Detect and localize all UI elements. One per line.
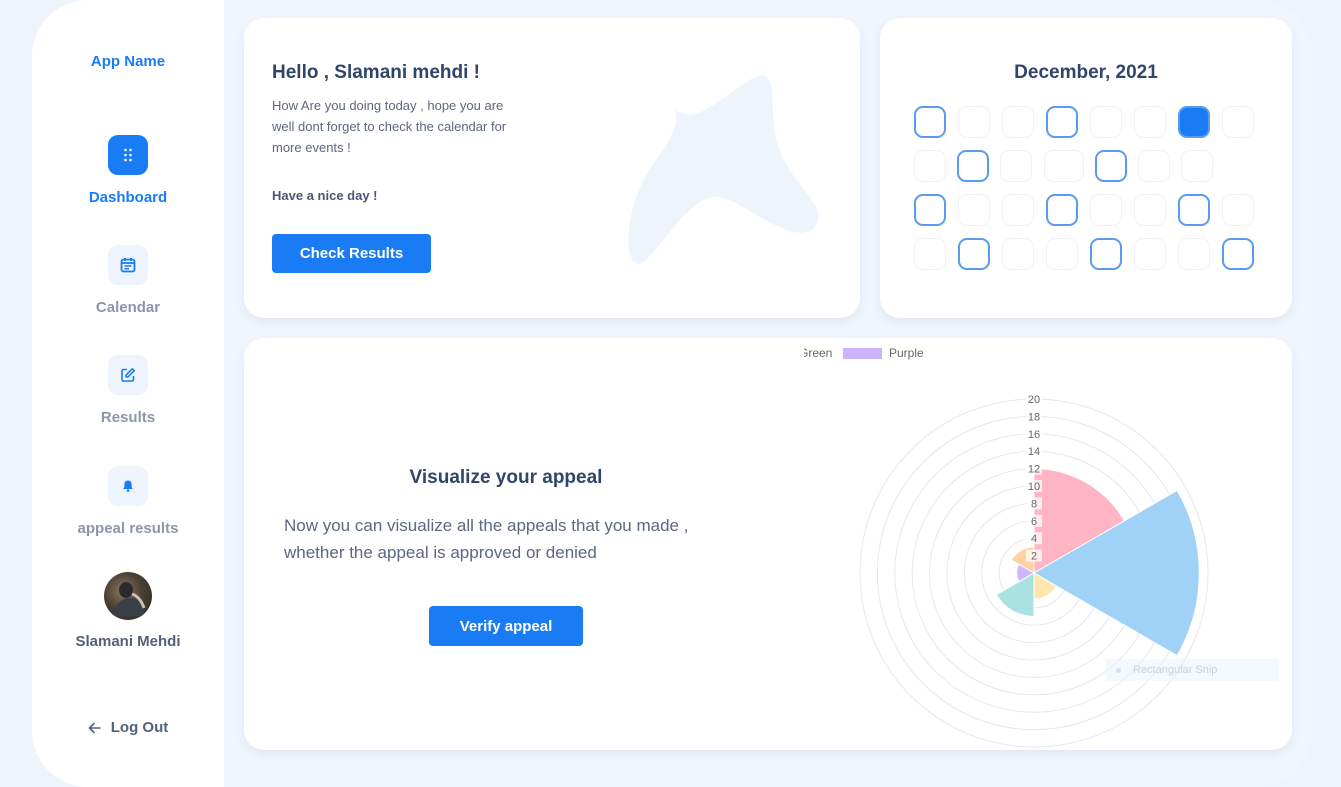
arrow-left-icon xyxy=(88,722,101,733)
calendar-day[interactable] xyxy=(1044,150,1084,182)
calendar-day[interactable] xyxy=(958,238,990,270)
calendar-day[interactable] xyxy=(1000,150,1032,182)
app-frame: App Name Dashboard Calendar Results appe… xyxy=(32,0,1312,787)
calendar-day[interactable] xyxy=(1178,238,1210,270)
calendar-day[interactable] xyxy=(1222,238,1254,270)
sidebar-item-label: Calendar xyxy=(95,299,161,316)
legend-item-green[interactable]: Green xyxy=(804,346,832,360)
tick-label: 8 xyxy=(1031,498,1037,510)
snip-label: Rectangular Snip xyxy=(1133,664,1218,676)
tick-label: 10 xyxy=(1028,481,1040,493)
legend-swatch xyxy=(843,348,882,359)
calendar-day[interactable] xyxy=(1134,106,1166,138)
snip-dot-icon xyxy=(1116,667,1121,673)
calendar-day[interactable] xyxy=(1138,150,1170,182)
calendar-day[interactable] xyxy=(1046,238,1078,270)
nice-day-text: Have a nice day ! xyxy=(272,188,378,203)
legend-item-purple[interactable]: Purple xyxy=(843,346,924,360)
calendar-day[interactable] xyxy=(1181,150,1213,182)
decorative-blob xyxy=(628,75,819,265)
calendar-day[interactable] xyxy=(914,194,946,226)
calendar-day[interactable] xyxy=(1222,194,1254,226)
tick-label: 2 xyxy=(1031,551,1037,563)
calendar-day[interactable] xyxy=(1002,194,1034,226)
calendar-day[interactable] xyxy=(1095,150,1127,182)
calendar-day[interactable] xyxy=(1090,106,1122,138)
calendar-day[interactable] xyxy=(1090,194,1122,226)
welcome-message: How Are you doing today , hope you are w… xyxy=(272,98,507,155)
logout-label: Log Out xyxy=(110,719,169,736)
tick-label: 4 xyxy=(1031,533,1037,545)
appeal-title: Visualize your appeal xyxy=(409,467,603,488)
calendar-day[interactable] xyxy=(1046,194,1078,226)
calendar-day[interactable] xyxy=(1002,106,1034,138)
tick-label: 20 xyxy=(1028,394,1040,406)
app-name: App Name xyxy=(90,53,166,70)
rectangular-snip-overlay[interactable]: Rectangular Snip xyxy=(1106,659,1279,681)
sidebar-item-results[interactable]: Results xyxy=(32,355,224,426)
user-name: Slamani Mehdi xyxy=(75,633,181,650)
calendar-day[interactable] xyxy=(1178,194,1210,226)
calendar-day[interactable] xyxy=(914,150,946,182)
avatar[interactable] xyxy=(104,572,152,620)
calendar-day[interactable] xyxy=(958,194,990,226)
tick-label: 6 xyxy=(1031,516,1037,528)
calendar-day[interactable] xyxy=(1178,106,1210,138)
calendar-title: December, 2021 xyxy=(1014,62,1158,83)
sidebar-item-dashboard[interactable]: Dashboard xyxy=(32,135,224,206)
sidebar-item-appeal-results[interactable]: appeal results xyxy=(32,466,224,537)
calendar-day[interactable] xyxy=(914,238,946,270)
calendar-day[interactable] xyxy=(914,106,946,138)
sidebar-item-calendar[interactable]: Calendar xyxy=(32,245,224,316)
tick-label: 18 xyxy=(1028,411,1040,423)
tick-label: 14 xyxy=(1028,446,1040,458)
calendar-day[interactable] xyxy=(958,106,990,138)
slice-green[interactable] xyxy=(995,572,1035,618)
calendar-day[interactable] xyxy=(1222,106,1254,138)
verify-appeal-button[interactable]: Verify appeal xyxy=(429,606,583,646)
appeal-card: Visualize your appeal Now you can visual… xyxy=(244,338,1292,750)
polar-area-chart: 2468101214161820RedBlueYellowGreenPurple… xyxy=(804,346,1209,748)
edit-icon xyxy=(108,355,148,395)
calendar-icon xyxy=(108,245,148,285)
calendar-day[interactable] xyxy=(1046,106,1078,138)
legend-label: Purple xyxy=(889,346,924,360)
sidebar-item-label: Dashboard xyxy=(88,189,168,206)
calendar-card: December, 2021 xyxy=(880,18,1292,318)
legend-label: Green xyxy=(804,346,832,360)
welcome-card: Hello , Slamani mehdi ! How Are you doin… xyxy=(244,18,860,318)
greeting-heading: Hello , Slamani mehdi ! xyxy=(272,62,480,83)
calendar-day[interactable] xyxy=(1134,194,1166,226)
sidebar: App Name Dashboard Calendar Results appe… xyxy=(32,0,224,787)
calendar-day[interactable] xyxy=(1134,238,1166,270)
tick-label: 12 xyxy=(1028,464,1040,476)
appeal-description: Now you can visualize all the appeals th… xyxy=(284,516,689,562)
check-results-button[interactable]: Check Results xyxy=(272,234,431,273)
tick-label: 16 xyxy=(1028,429,1040,441)
logout-button[interactable]: Log Out xyxy=(32,719,224,736)
calendar-day[interactable] xyxy=(1002,238,1034,270)
sidebar-item-label: appeal results xyxy=(77,520,179,537)
sidebar-item-label: Results xyxy=(100,409,156,426)
calendar-day[interactable] xyxy=(1090,238,1122,270)
bell-icon xyxy=(108,466,148,506)
grid-dots-icon xyxy=(108,135,148,175)
calendar-day[interactable] xyxy=(957,150,989,182)
